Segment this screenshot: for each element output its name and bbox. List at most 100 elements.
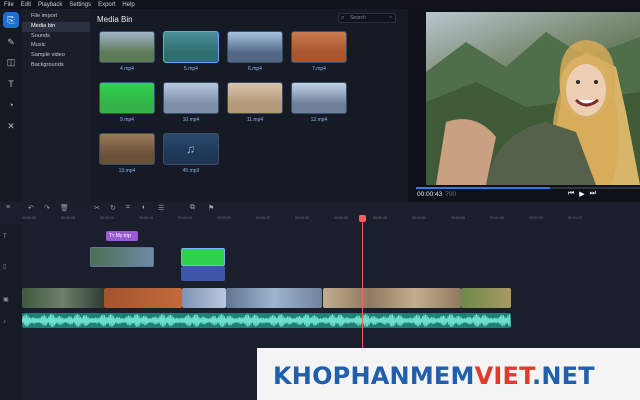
media-thumbnail-label: 6.mp4 bbox=[248, 66, 262, 72]
watermark-banner: KHOPHANMEMVIET.NET bbox=[257, 348, 640, 400]
ruler-tick-label: 00:00:55 bbox=[451, 216, 465, 220]
media-thumbnail-label: 4.mp4 bbox=[120, 66, 134, 72]
transitions-icon[interactable]: ◫ bbox=[3, 54, 19, 70]
media-thumbnail[interactable]: ♫ bbox=[163, 133, 219, 165]
ruler-tick-label: 00:00:35 bbox=[295, 216, 309, 220]
play-icon[interactable]: ▶ bbox=[579, 190, 584, 198]
category-file-import[interactable]: File import bbox=[22, 12, 90, 22]
record-icon[interactable]: ⧉ bbox=[190, 204, 195, 212]
menu-playback[interactable]: Playback bbox=[38, 2, 62, 8]
time-ruler[interactable]: 00:00:00 00:00:05 00:00:10 00:00:15 00:00:20… bbox=[22, 216, 640, 224]
search-input[interactable]: ⌕ Search × bbox=[338, 13, 396, 23]
greenscreen-clip[interactable] bbox=[181, 248, 225, 266]
marker-icon[interactable]: ⚑ bbox=[208, 204, 214, 212]
previous-icon[interactable]: ⏮ bbox=[568, 190, 574, 198]
duration: 700 bbox=[445, 191, 457, 198]
ruler-tick-label: 00:00:45 bbox=[373, 216, 387, 220]
ruler-tick-label: 00:00:40 bbox=[334, 216, 348, 220]
media-thumbnail[interactable] bbox=[99, 82, 155, 114]
video-track-icon: ▣ bbox=[3, 297, 9, 303]
clip-properties-icon[interactable]: ☰ bbox=[158, 204, 164, 212]
media-thumbnail[interactable] bbox=[99, 31, 155, 63]
clear-icon[interactable]: × bbox=[389, 14, 392, 22]
menu-settings[interactable]: Settings bbox=[69, 2, 91, 8]
ruler-tick-label: 00:00:10 bbox=[100, 216, 114, 220]
media-thumbnail[interactable] bbox=[163, 31, 219, 63]
audio-clip[interactable] bbox=[22, 313, 511, 328]
titles-icon[interactable]: T bbox=[3, 76, 19, 92]
add-track-icon[interactable]: ≡ bbox=[6, 204, 10, 211]
video-clip-3[interactable] bbox=[182, 288, 226, 308]
next-icon[interactable]: ⏭ bbox=[590, 190, 596, 198]
video-clip-6[interactable] bbox=[461, 288, 511, 308]
menu-bar: File Edit Playback Settings Export Help bbox=[0, 0, 640, 9]
category-backgrounds[interactable]: Backgrounds bbox=[22, 61, 90, 71]
media-bin-panel: Media Bin ⌕ Search × 4.mp4 5.mp4 6.mp4 7.mp… bbox=[90, 9, 408, 202]
crop-icon[interactable]: ⌗ bbox=[126, 204, 130, 212]
music-note-icon: ♫ bbox=[186, 142, 195, 156]
menu-export[interactable]: Export bbox=[98, 2, 115, 8]
media-thumbnail[interactable] bbox=[163, 82, 219, 114]
rotate-icon[interactable]: ↻ bbox=[110, 204, 116, 212]
media-thumbnail[interactable] bbox=[99, 133, 155, 165]
media-thumbnail[interactable] bbox=[227, 31, 283, 63]
video-clip-4[interactable] bbox=[226, 288, 322, 308]
media-thumbnail[interactable] bbox=[291, 31, 347, 63]
overlay-track-icon: ▯ bbox=[3, 264, 7, 270]
menu-help[interactable]: Help bbox=[122, 2, 134, 8]
timecode: 00:00:43 700 bbox=[417, 191, 456, 198]
ruler-tick-label: 00:01:10 bbox=[568, 216, 582, 220]
ruler-tick-label: 00:00:15 bbox=[139, 216, 153, 220]
audio-track-icon: ♪ bbox=[3, 319, 6, 325]
ruler-tick-label: 00:00:20 bbox=[178, 216, 192, 220]
delete-icon[interactable]: 🗑 bbox=[60, 204, 69, 212]
menu-file[interactable]: File bbox=[4, 2, 14, 8]
cut-icon[interactable]: ✂ bbox=[94, 204, 100, 212]
title-clip-label: My trip bbox=[115, 233, 131, 239]
watermark-part-3: .NET bbox=[532, 362, 595, 390]
category-media-bin[interactable]: Media bin bbox=[22, 21, 90, 32]
ruler-tick-label: 00:00:05 bbox=[61, 216, 75, 220]
greenscreen-clip-audio[interactable] bbox=[181, 266, 225, 281]
media-thumbnail-label: 10.mp4 bbox=[182, 117, 200, 123]
playback-controls: ⏮ ▶ ⏭ bbox=[568, 190, 596, 198]
category-music[interactable]: Music bbox=[22, 41, 90, 51]
track-headers: T ▯ ▣ ♪ bbox=[0, 224, 22, 400]
undo-icon[interactable]: ↶ bbox=[28, 204, 34, 212]
category-sample-video[interactable]: Sample video bbox=[22, 51, 90, 61]
media-bin-title: Media Bin bbox=[97, 15, 133, 24]
media-thumbnail-label: 45.mp3 bbox=[182, 168, 200, 174]
overlay-clip[interactable] bbox=[90, 247, 154, 267]
ruler-tick-label: 00:01:00 bbox=[490, 216, 504, 220]
media-thumbnail-label: 9.mp4 bbox=[120, 117, 134, 123]
import-icon[interactable]: ⎘ bbox=[3, 12, 19, 28]
search-icon: ⌕ bbox=[341, 15, 345, 21]
video-clip-1[interactable] bbox=[22, 288, 104, 308]
color-icon[interactable]: ◐ bbox=[142, 204, 146, 211]
video-clip-5[interactable] bbox=[323, 288, 461, 308]
media-thumbnail-label: 12.mp4 bbox=[310, 117, 328, 123]
watermark-part-1: KHOPHANMEM bbox=[273, 362, 475, 390]
media-thumbnail-label: 7.mp4 bbox=[312, 66, 326, 72]
media-thumbnail-label: 5.mp4 bbox=[184, 66, 198, 72]
ruler-tick-label: 00:00:00 bbox=[22, 216, 36, 220]
playback-progress[interactable] bbox=[416, 187, 640, 189]
stickers-icon[interactable]: ◔ bbox=[3, 97, 19, 113]
category-list: File import Media bin Sounds Music Sampl… bbox=[22, 9, 90, 202]
watermark-part-2: VIET bbox=[474, 362, 533, 390]
ruler-tick-label: 00:00:50 bbox=[412, 216, 426, 220]
menu-edit[interactable]: Edit bbox=[21, 2, 31, 8]
tools-icon[interactable]: ✕ bbox=[3, 118, 19, 134]
audio-waveform bbox=[22, 313, 511, 328]
media-thumbnail[interactable] bbox=[291, 82, 347, 114]
text-track-icon: T bbox=[3, 234, 7, 240]
category-sounds[interactable]: Sounds bbox=[22, 32, 90, 42]
filters-icon[interactable]: ✎ bbox=[3, 34, 19, 50]
title-clip[interactable]: Tт My trip bbox=[106, 231, 138, 241]
redo-icon[interactable]: ↷ bbox=[44, 204, 50, 212]
media-thumbnail-label: 11.mp4 bbox=[246, 117, 264, 123]
media-thumbnail[interactable] bbox=[227, 82, 283, 114]
video-clip-2[interactable] bbox=[104, 288, 182, 308]
video-preview bbox=[426, 12, 640, 185]
tool-rail: ⎘ ✎ ◫ T ◔ ✕ bbox=[0, 9, 22, 202]
